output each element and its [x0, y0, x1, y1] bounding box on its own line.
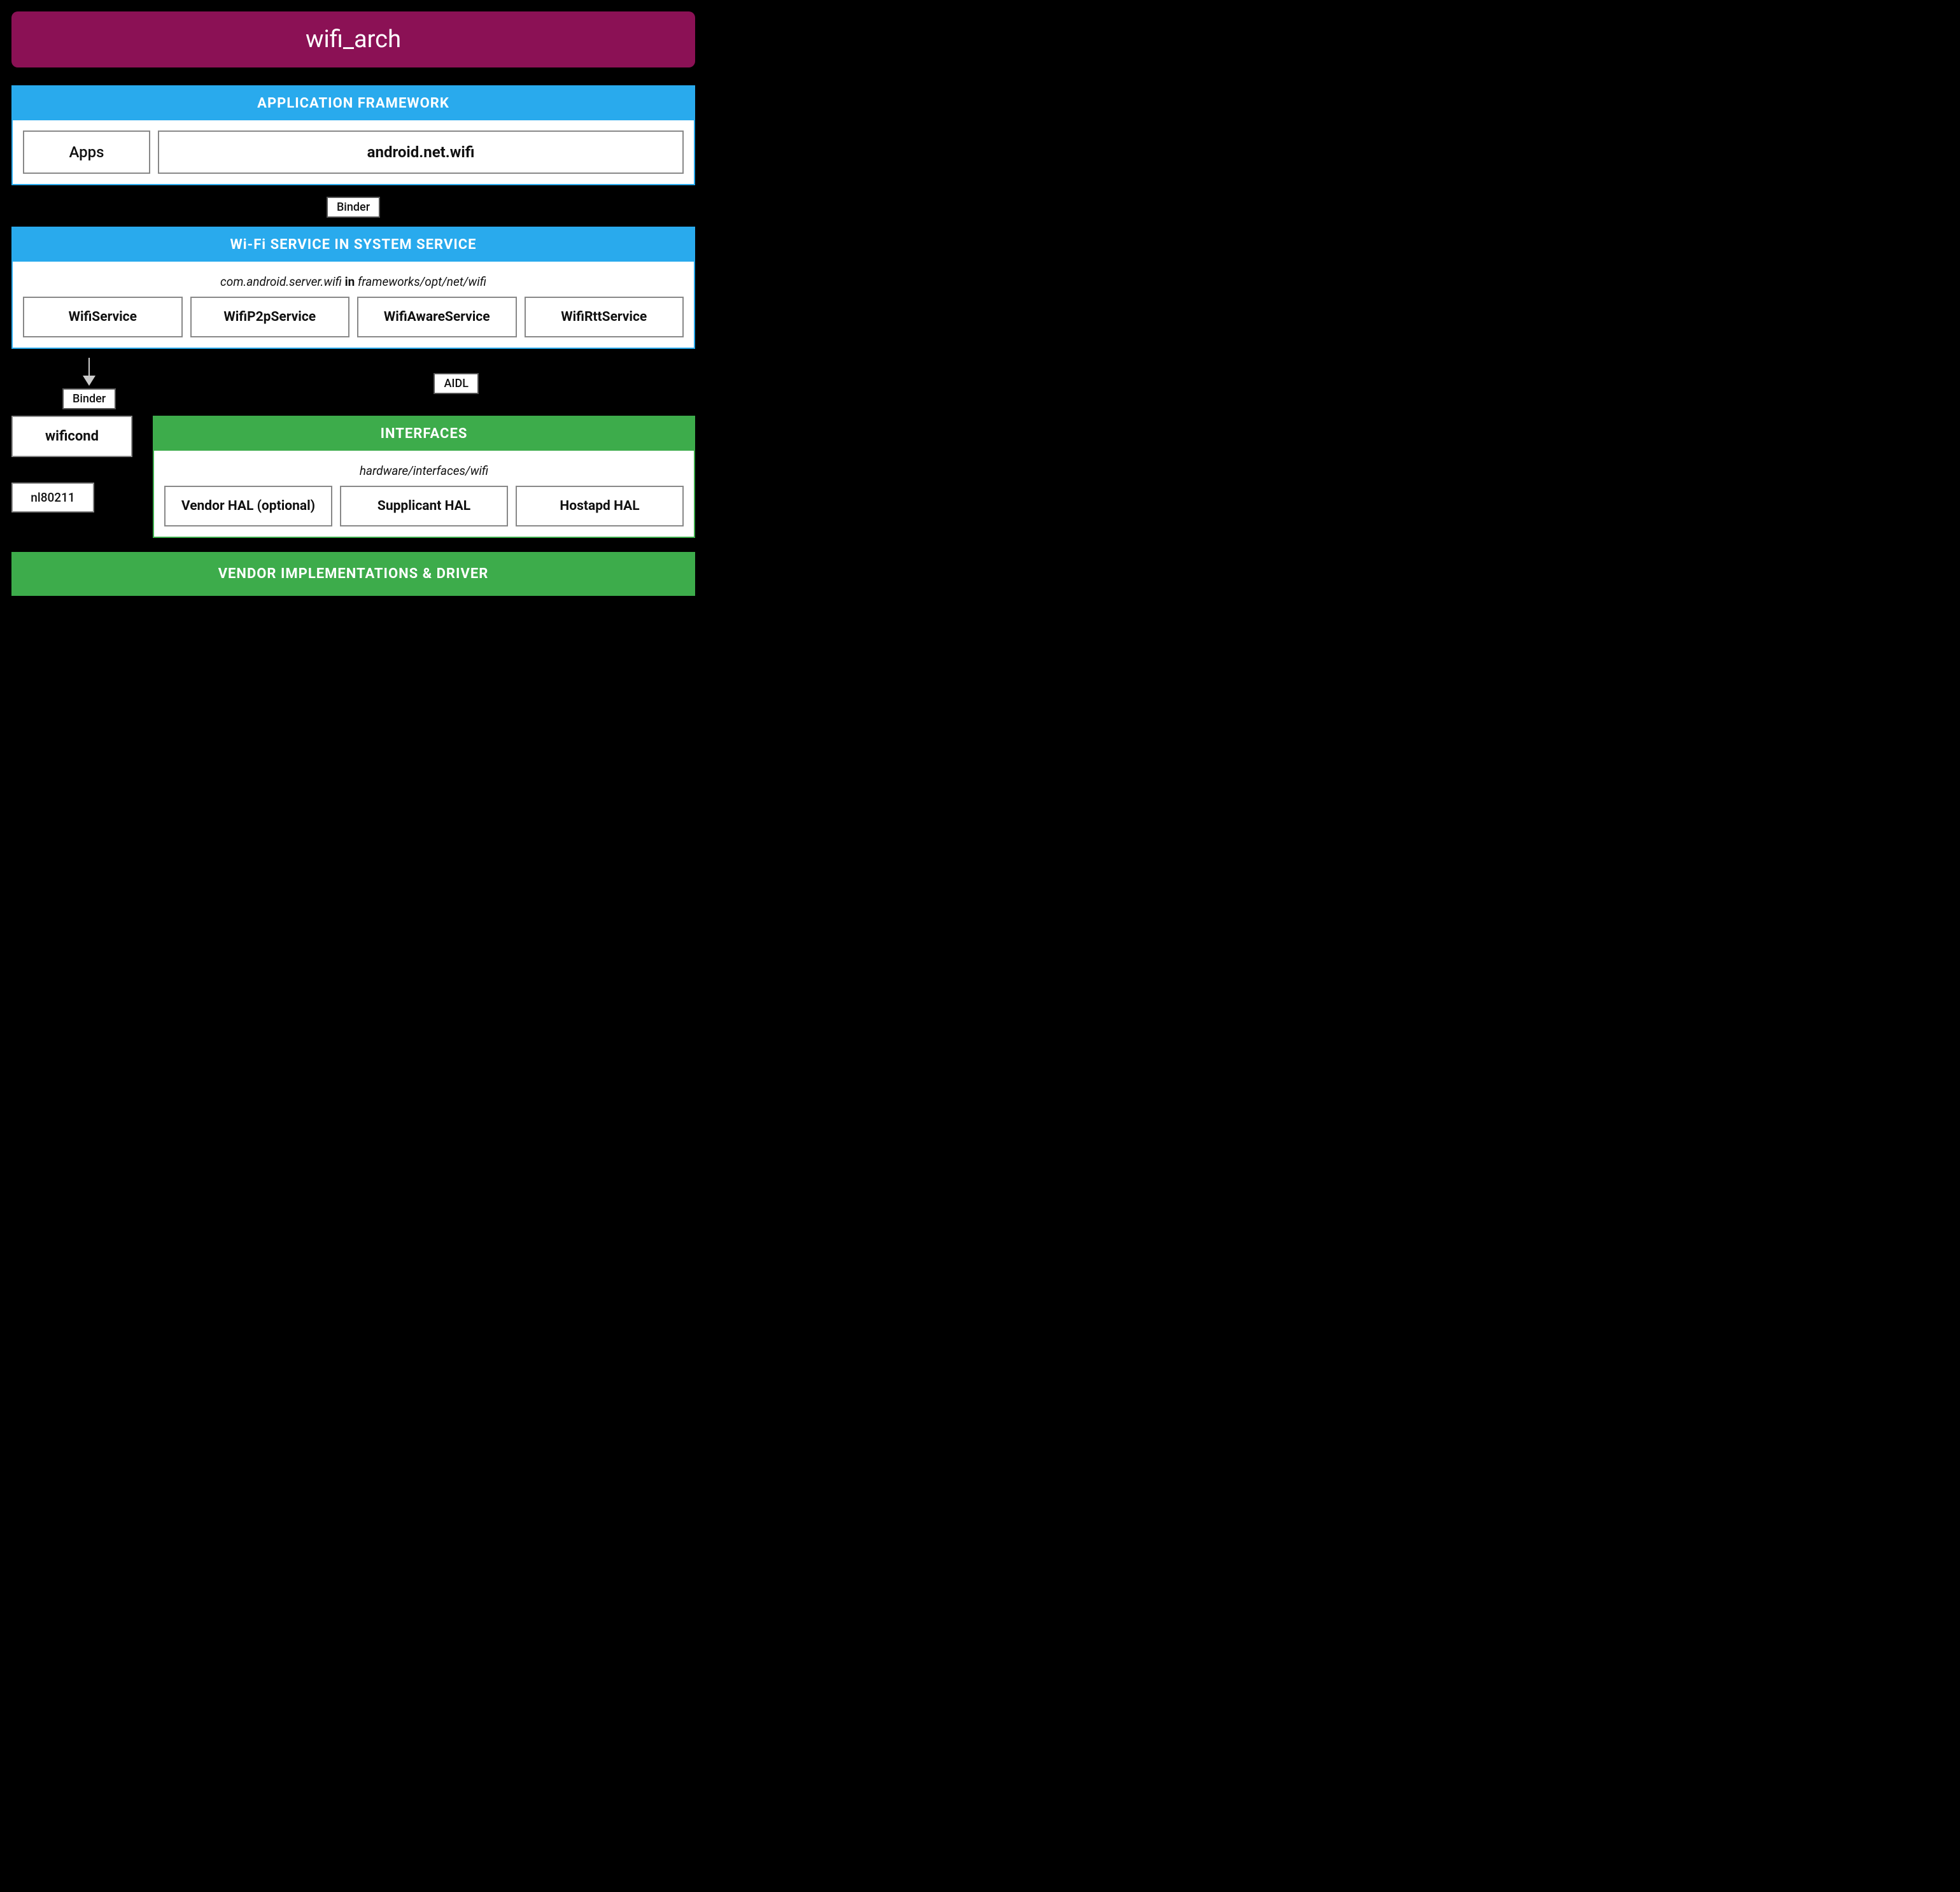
- wifiaware-service-box: WifiAwareService: [357, 297, 517, 337]
- wifi-service-header: Wi-Fi SERVICE IN SYSTEM SERVICE: [13, 228, 694, 262]
- app-framework-section: APPLICATION FRAMEWORK Apps android.net.w…: [11, 85, 695, 185]
- nl80211-box: nl80211: [11, 483, 94, 512]
- binder-label-bottom: Binder: [62, 388, 116, 409]
- apps-box: Apps: [23, 131, 150, 174]
- wifi-service-section: Wi-Fi SERVICE IN SYSTEM SERVICE com.andr…: [11, 227, 695, 349]
- wifi-service-note: com.android.server.wifi in frameworks/op…: [23, 268, 684, 297]
- wifip2p-service-box: WifiP2pService: [190, 297, 350, 337]
- app-framework-header: APPLICATION FRAMEWORK: [13, 87, 694, 120]
- hostapd-hal-box: Hostapd HAL: [516, 486, 684, 526]
- title-bar: wifi_arch: [11, 11, 695, 67]
- interfaces-path: hardware/interfaces/wifi: [164, 457, 684, 486]
- aidl-label: AIDL: [434, 373, 479, 394]
- interfaces-header: INTERFACES: [154, 417, 694, 451]
- android-net-wifi-box: android.net.wifi: [158, 131, 684, 174]
- interfaces-section: INTERFACES hardware/interfaces/wifi Vend…: [153, 416, 695, 538]
- wificond-box: wificond: [11, 416, 132, 457]
- vendor-bar: VENDOR IMPLEMENTATIONS & DRIVER: [11, 552, 695, 596]
- vendor-hal-box: Vendor HAL (optional): [164, 486, 332, 526]
- wifirtt-service-box: WifiRttService: [525, 297, 684, 337]
- supplicant-hal-box: Supplicant HAL: [340, 486, 508, 526]
- binder-label-top: Binder: [327, 197, 380, 218]
- wifi-service-box: WifiService: [23, 297, 183, 337]
